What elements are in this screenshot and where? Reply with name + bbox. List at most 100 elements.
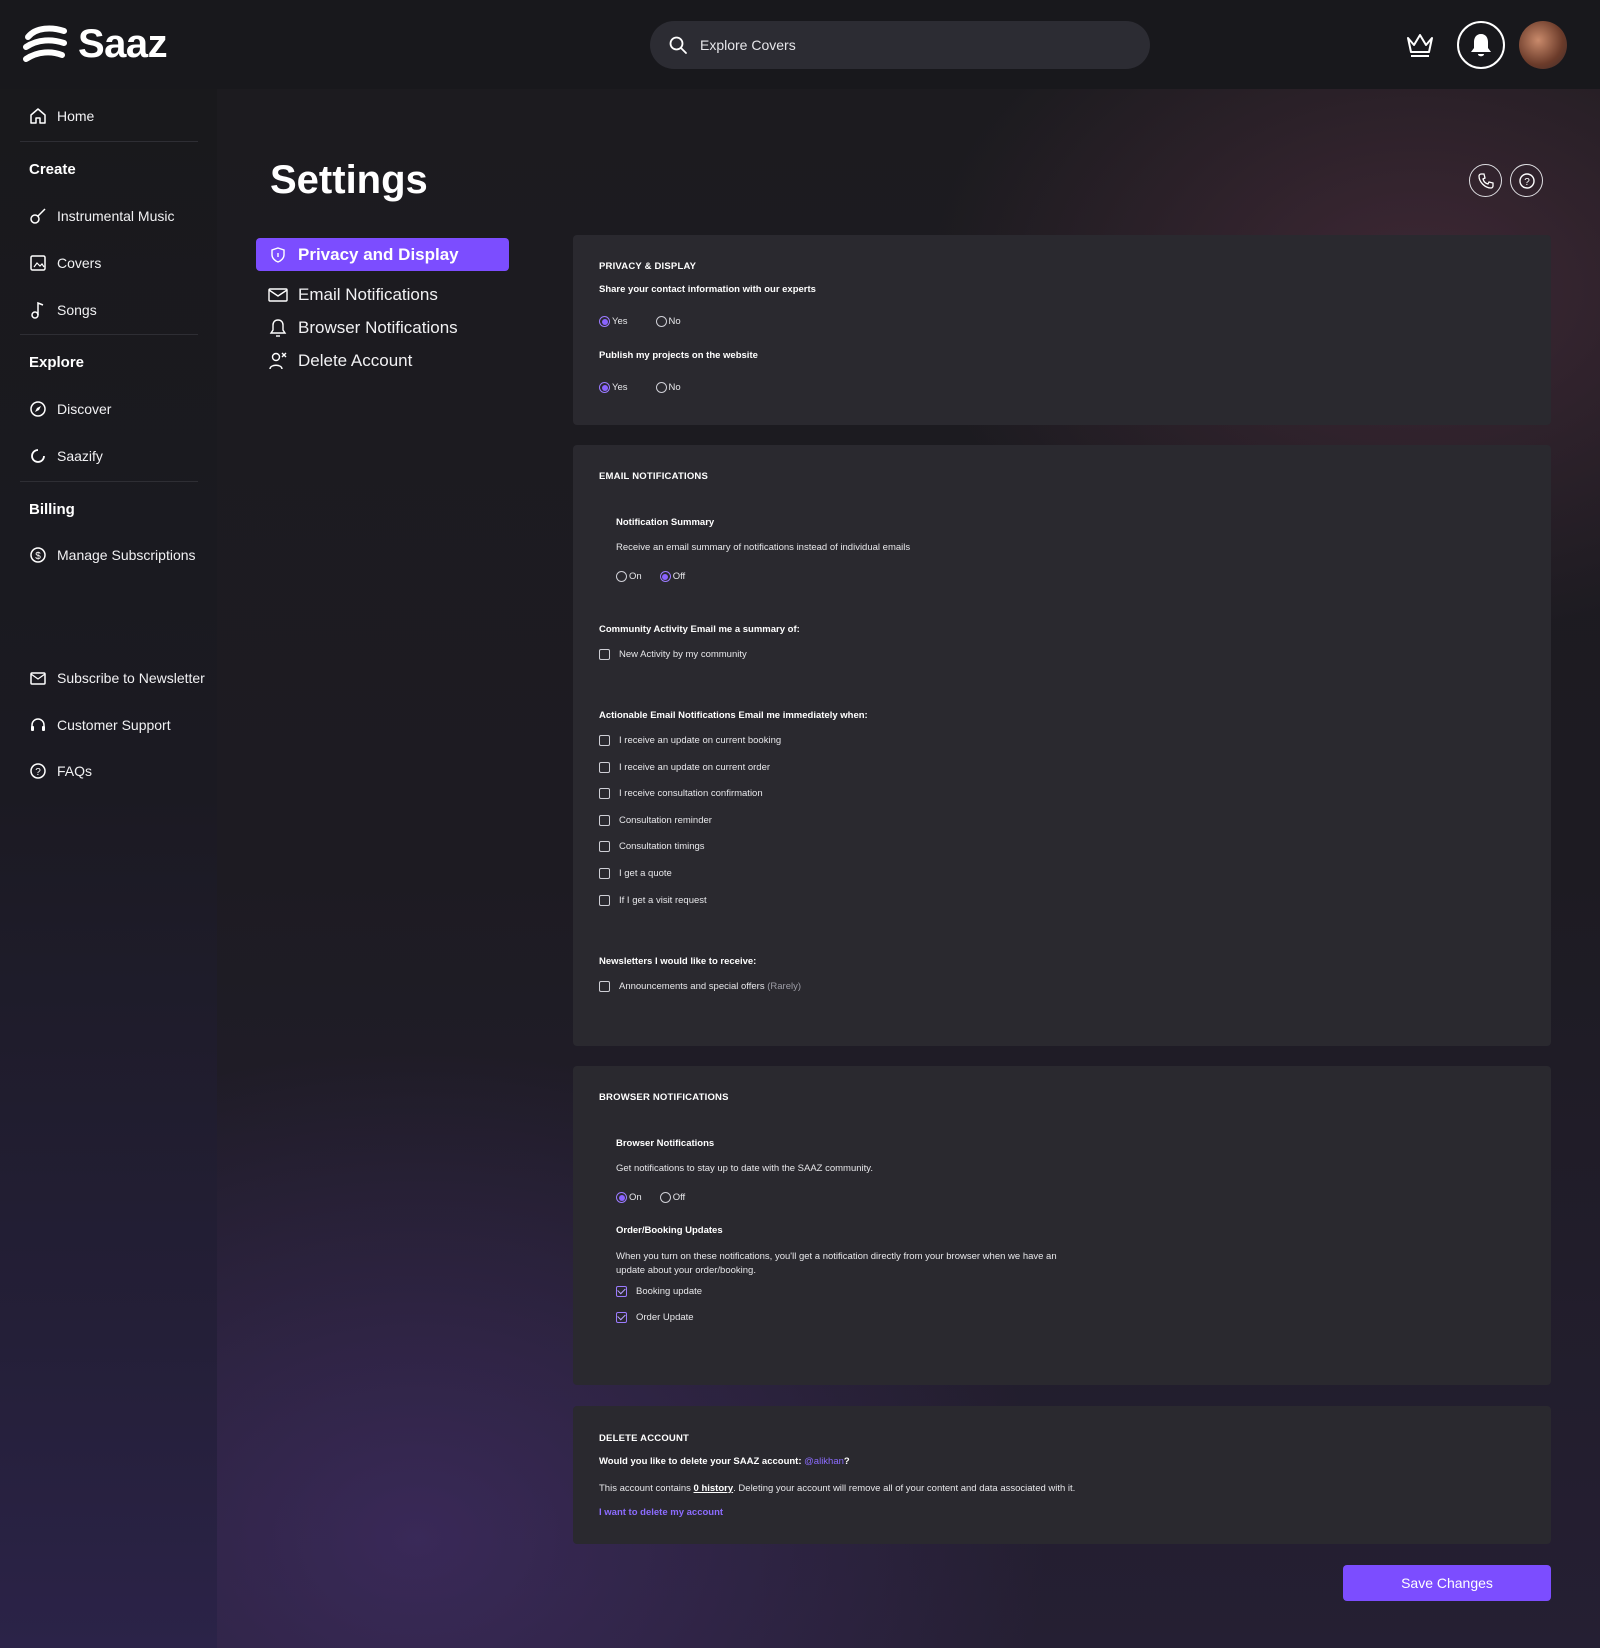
tab-email-notifications[interactable]: Email Notifications	[268, 285, 438, 305]
checkbox[interactable]	[599, 868, 610, 879]
radio[interactable]	[659, 571, 671, 582]
browser-on[interactable]: On	[616, 1192, 642, 1203]
summary-off[interactable]: Off	[659, 571, 685, 582]
actionable-checkbox[interactable]: I receive an update on current order	[599, 762, 770, 773]
delete-info-text: This account contains	[599, 1483, 694, 1494]
section-title: EMAIL NOTIFICATIONS	[599, 471, 709, 482]
search-input[interactable]: Explore Covers	[650, 21, 1150, 69]
actionable-checkbox[interactable]: Consultation timings	[599, 841, 705, 852]
checkbox[interactable]	[599, 762, 610, 773]
tab-label: Email Notifications	[298, 285, 438, 304]
section-title: DELETE ACCOUNT	[599, 1433, 690, 1444]
delete-question: Would you like to delete your SAAZ accou…	[599, 1456, 850, 1467]
sidebar-item-newsletter[interactable]: Subscribe to Newsletter	[29, 669, 205, 687]
sidebar-item-label: Discover	[57, 401, 112, 417]
radio[interactable]	[616, 1192, 627, 1203]
sidebar-item-covers[interactable]: Covers	[29, 254, 101, 272]
radio[interactable]	[599, 316, 610, 327]
sidebar-item-home[interactable]: Home	[29, 107, 94, 125]
sidebar-item-songs[interactable]: Songs	[29, 301, 97, 319]
newsletter-checkbox[interactable]: Announcements and special offers (Rarely…	[599, 981, 801, 992]
app-logo[interactable]: Saaz	[22, 22, 168, 67]
crown-icon[interactable]	[1404, 28, 1436, 60]
option-label: On	[629, 571, 642, 582]
checkbox-label: I get a quote	[619, 868, 672, 879]
actionable-checkbox[interactable]: I receive consultation confirmation	[599, 788, 763, 799]
checkbox-label: Consultation reminder	[619, 815, 712, 826]
save-changes-button[interactable]: Save Changes	[1343, 1565, 1551, 1601]
booking-update-checkbox[interactable]: Booking update	[616, 1286, 702, 1297]
share-contact-yes[interactable]: Yes	[599, 316, 628, 327]
option-label: No	[668, 382, 681, 393]
checkbox-label: I receive an update on current booking	[619, 735, 782, 746]
checkbox[interactable]	[616, 1312, 627, 1323]
sidebar-heading-billing: Billing	[29, 501, 75, 518]
guitar-icon	[30, 208, 46, 224]
share-contact-no[interactable]: No	[655, 316, 681, 327]
checkbox[interactable]	[599, 895, 610, 906]
checkbox[interactable]	[599, 735, 610, 746]
history-count[interactable]: 0 history	[694, 1483, 734, 1494]
sidebar-item-customer-support[interactable]: Customer Support	[29, 716, 171, 734]
actionable-checkbox[interactable]: I receive an update on current booking	[599, 735, 781, 746]
headset-icon	[31, 718, 45, 731]
subscription-icon: $	[30, 547, 46, 563]
summary-on[interactable]: On	[616, 571, 642, 582]
email-notifications-panel: EMAIL NOTIFICATIONS Notification Summary…	[573, 445, 1551, 1046]
section-title: PRIVACY & DISPLAY	[599, 261, 697, 272]
sidebar-item-saazify[interactable]: Saazify	[29, 447, 103, 465]
radio[interactable]	[616, 571, 627, 582]
option-label: On	[629, 1192, 642, 1203]
notifications-button[interactable]	[1457, 21, 1505, 69]
checkbox[interactable]	[599, 841, 610, 852]
sidebar-item-label: Home	[57, 108, 95, 124]
sidebar-item-manage-subscriptions[interactable]: $ Manage Subscriptions	[29, 546, 196, 564]
checkbox[interactable]	[599, 788, 610, 799]
delete-info: This account contains 0 history. Deletin…	[599, 1482, 1075, 1496]
delete-account-link[interactable]: I want to delete my account	[599, 1506, 723, 1520]
sidebar-item-discover[interactable]: Discover	[29, 400, 111, 418]
sidebar-item-label: FAQs	[57, 763, 93, 779]
sidebar-item-label: Manage Subscriptions	[57, 547, 196, 563]
sidebar-item-label: Customer Support	[57, 717, 171, 733]
checkbox-label: I receive consultation confirmation	[619, 788, 763, 799]
checkbox-label: Order Update	[636, 1312, 694, 1323]
sidebar-item-label: Songs	[57, 302, 97, 318]
sidebar-item-faqs[interactable]: ? FAQs	[29, 762, 92, 780]
delete-question-end: ?	[843, 1456, 850, 1467]
checkbox[interactable]	[599, 815, 610, 826]
actionable-checkbox[interactable]: I get a quote	[599, 868, 672, 879]
publish-yes[interactable]: Yes	[599, 382, 628, 393]
privacy-panel: PRIVACY & DISPLAY Share your contact inf…	[573, 235, 1551, 425]
newsletter-item-text: Announcements and special offers	[619, 981, 765, 992]
order-update-checkbox[interactable]: Order Update	[616, 1312, 694, 1323]
radio[interactable]	[659, 1192, 671, 1203]
actionable-checkbox[interactable]: Consultation reminder	[599, 815, 712, 826]
option-label: Off	[672, 1192, 686, 1203]
checkbox[interactable]	[616, 1286, 627, 1297]
tab-browser-notifications[interactable]: Browser Notifications	[268, 318, 458, 338]
radio[interactable]	[655, 316, 667, 327]
publish-no[interactable]: No	[655, 382, 681, 393]
community-activity-checkbox[interactable]: New Activity by my community	[599, 649, 747, 660]
checkbox[interactable]	[599, 649, 610, 660]
browser-off[interactable]: Off	[659, 1192, 686, 1203]
checkbox[interactable]	[599, 981, 610, 992]
notification-summary-title: Notification Summary	[616, 517, 715, 528]
call-button[interactable]	[1469, 164, 1502, 197]
user-avatar[interactable]	[1519, 21, 1567, 69]
help-button[interactable]: ?	[1510, 164, 1543, 197]
actionable-checkbox[interactable]: If I get a visit request	[599, 895, 707, 906]
sidebar-heading-create: Create	[29, 161, 76, 178]
browser-notifications-desc: Get notifications to stay up to date wit…	[616, 1163, 873, 1174]
newsletter-icon	[30, 672, 46, 685]
option-label: Yes	[612, 316, 628, 327]
tab-delete-account[interactable]: Delete Account	[268, 351, 412, 371]
music-note-icon	[31, 301, 44, 319]
newsletter-frequency: (Rarely)	[767, 981, 802, 992]
radio[interactable]	[599, 382, 610, 393]
help-icon: ?	[30, 763, 46, 779]
radio[interactable]	[655, 382, 667, 393]
tab-privacy-and-display[interactable]: Privacy and Display	[256, 238, 509, 271]
sidebar-item-instrumental-music[interactable]: Instrumental Music	[29, 207, 174, 225]
